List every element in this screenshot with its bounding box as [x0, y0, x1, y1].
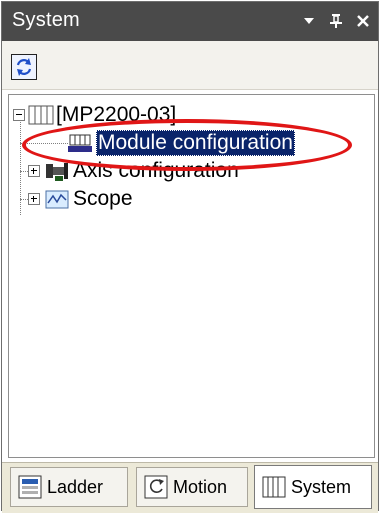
motion-icon	[143, 474, 169, 500]
tab-motion[interactable]: Motion	[136, 467, 248, 507]
expand-toggle[interactable]	[28, 165, 40, 177]
chevron-down-icon	[304, 18, 314, 24]
panel-title-bar: System	[2, 2, 378, 41]
tree-root-label: [MP2200-03]	[56, 103, 177, 126]
tree-item-scope[interactable]: Scope	[28, 185, 133, 213]
tree-connector	[20, 119, 21, 215]
tab-ladder[interactable]: Ladder	[10, 467, 128, 507]
close-button[interactable]	[351, 8, 375, 34]
tab-label: Motion	[173, 476, 228, 497]
system-panel: System [MP2200-03] Module configuration …	[1, 1, 379, 513]
close-icon	[357, 15, 369, 27]
tree-item-axis-configuration[interactable]: Axis configuration	[28, 157, 239, 185]
tab-label: Ladder	[47, 476, 104, 497]
tree-item-label: Axis configuration	[73, 159, 239, 182]
tree-item-label: Module configuration	[96, 130, 295, 156]
tree-item-module-configuration[interactable]: Module configuration	[67, 129, 295, 157]
ladder-icon	[17, 474, 43, 500]
collapse-toggle[interactable]	[13, 109, 25, 121]
panel-title: System	[12, 9, 80, 31]
tree-connector	[20, 199, 28, 200]
system-icon	[261, 474, 287, 500]
tree-connector	[20, 171, 28, 172]
tree-connector	[20, 143, 68, 144]
tree-root[interactable]: [MP2200-03]	[13, 101, 176, 129]
controller-icon	[28, 105, 54, 125]
scope-icon	[45, 190, 69, 209]
dropdown-button[interactable]	[297, 8, 321, 34]
module-icon	[68, 134, 92, 152]
pin-button[interactable]	[324, 8, 348, 34]
axis-icon	[46, 163, 68, 181]
panel-toolbar	[2, 41, 378, 90]
refresh-icon	[16, 58, 32, 76]
tree-item-label: Scope	[73, 187, 133, 210]
pin-icon	[330, 14, 342, 28]
tab-label: System	[291, 476, 352, 497]
expand-toggle[interactable]	[28, 193, 40, 205]
tab-system[interactable]: System	[254, 465, 372, 509]
bottom-tab-bar: Ladder Motion System	[2, 462, 378, 513]
refresh-button[interactable]	[11, 54, 37, 80]
system-tree: [MP2200-03] Module configuration Axis co	[8, 94, 375, 458]
